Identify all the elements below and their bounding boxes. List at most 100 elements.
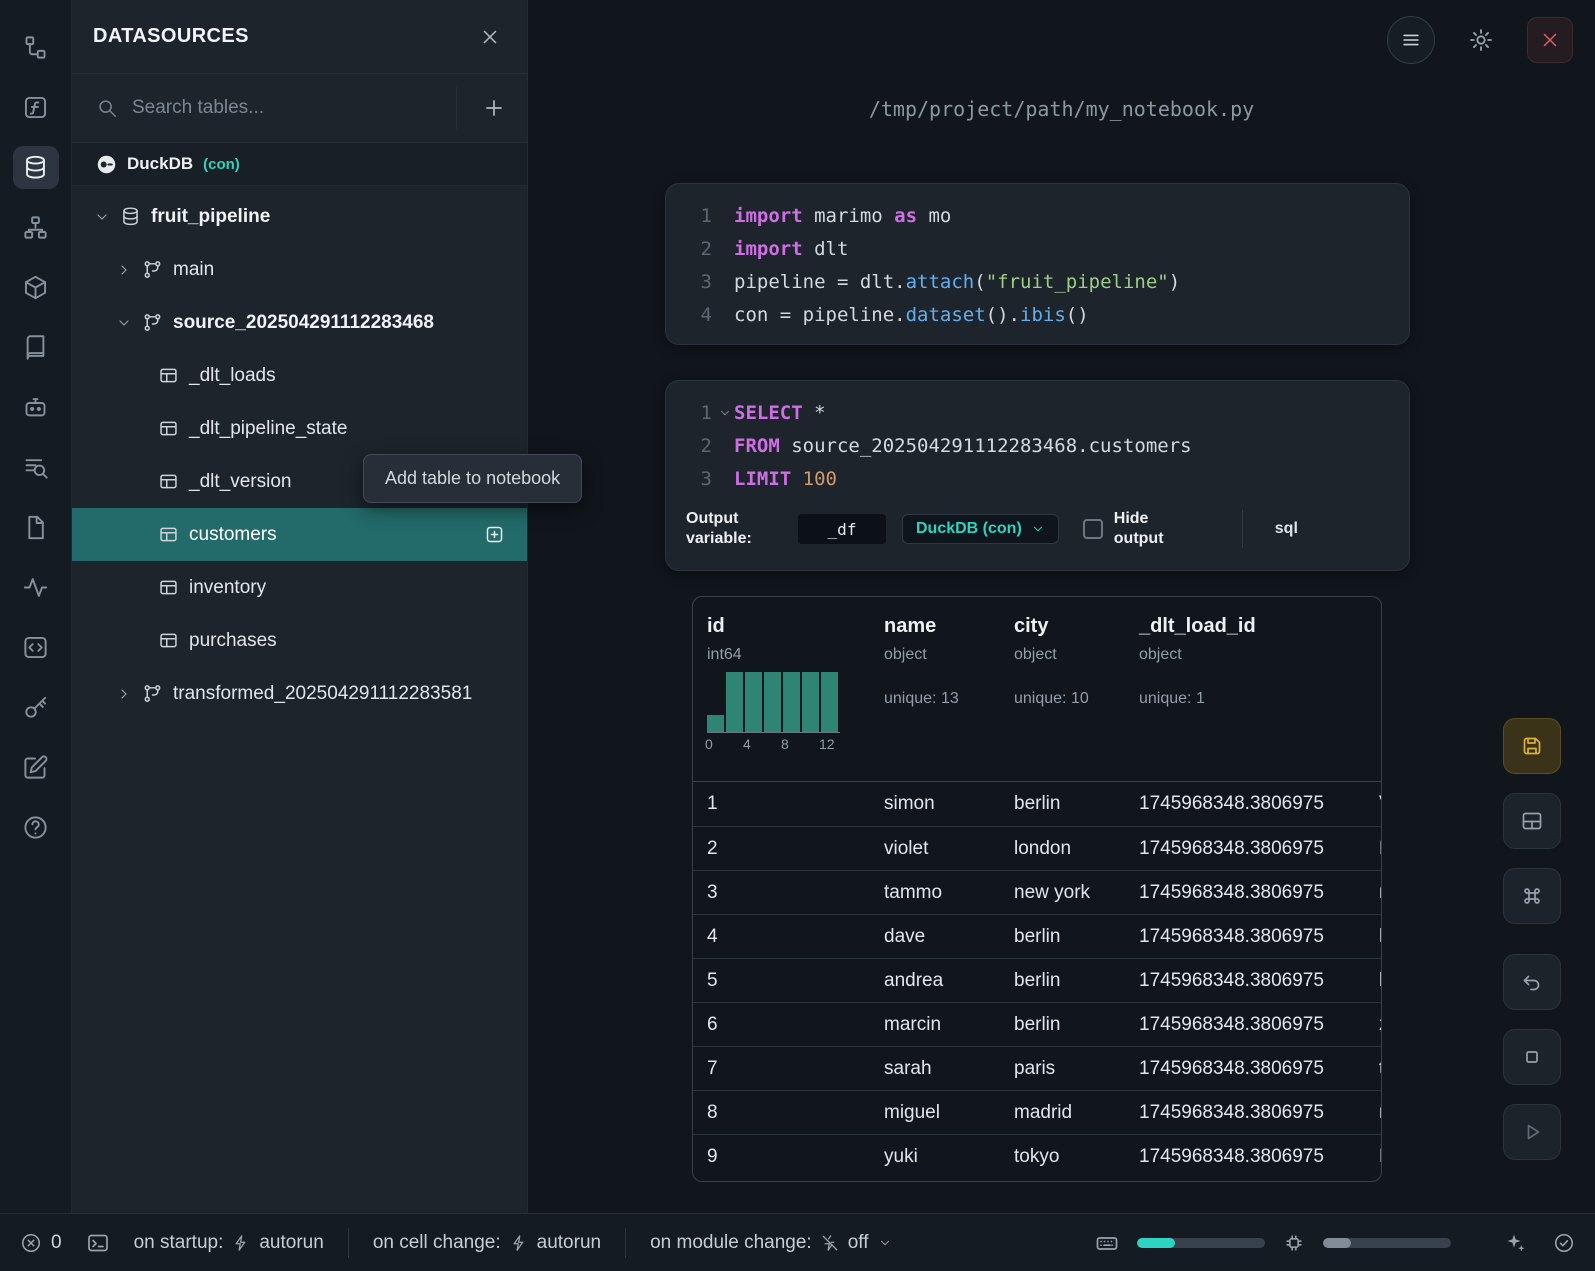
table-row[interactable]: 9yukitokyo1745968348.3806975E [693,1134,1381,1178]
on-startup-config[interactable]: on startup: autorun [134,1232,324,1254]
table-row[interactable]: 6marcinberlin1745968348.3806975z [693,1002,1381,1046]
secondary-slider[interactable] [1323,1238,1451,1248]
engine-select[interactable]: DuckDB (con) [902,514,1059,544]
save-button[interactable] [1503,718,1561,774]
on-module-change-config[interactable]: on module change: off [650,1232,891,1254]
lightning-off-icon [821,1234,839,1252]
chevron-down-icon [116,315,132,331]
shutdown-button[interactable] [1527,17,1573,63]
close-panel-icon[interactable] [479,26,501,48]
table-cell: E [1365,1146,1382,1168]
tooltip-add-table: Add table to notebook [363,454,582,503]
branch-icon [142,683,163,704]
hide-output-checkbox[interactable] [1083,519,1103,539]
line-number: 4 [686,304,712,326]
help-icon[interactable] [13,806,59,849]
command-palette-button[interactable] [1503,868,1561,924]
dependencies-icon[interactable] [13,206,59,249]
table-cell: 1 [693,793,870,815]
datasources-icon[interactable] [13,146,59,189]
table-cell: 1745968348.3806975 [1125,1102,1365,1124]
tree-item-main[interactable]: main [72,243,527,296]
tree-item-source_202504291112283468[interactable]: source_202504291112283468 [72,296,527,349]
table-cell: k [1365,970,1382,992]
ai-assistant-icon[interactable] [13,386,59,429]
tree-item-inventory[interactable]: inventory [72,561,527,614]
table-cell: tammo [870,882,1000,904]
sparkle-icon[interactable] [1503,1231,1527,1255]
tree-item-_dlt_loads[interactable]: _dlt_loads [72,349,527,402]
notebook-path[interactable]: /tmp/project/path/my_notebook.py [528,97,1595,121]
python-cell[interactable]: 1import marimo as mo2import dlt3pipeline… [665,183,1410,345]
table-row[interactable]: 1simonberlin1745968348.3806975V [693,782,1381,826]
table-icon [158,418,179,439]
add-table-icon[interactable] [484,524,505,545]
tree-item-label: inventory [189,577,266,599]
table-cell: 1745968348.3806975 [1125,1058,1365,1080]
table-row[interactable]: 7sarahparis1745968348.3806975t [693,1046,1381,1090]
output-variable-label: Output variable: [686,509,758,549]
table-row[interactable]: 2violetlondon1745968348.3806975D [693,826,1381,870]
snippets-icon[interactable] [13,626,59,669]
keyboard-slider[interactable] [1137,1238,1265,1248]
tree-item-_dlt_pipeline_state[interactable]: _dlt_pipeline_state [72,402,527,455]
layout-button[interactable] [1503,793,1561,849]
errors-button[interactable]: 0 [20,1232,62,1254]
settings-button[interactable] [1458,17,1504,63]
tree-item-purchases[interactable]: purchases [72,614,527,667]
undo-button[interactable] [1503,954,1561,1010]
tree-item-label: purchases [189,630,277,652]
tree-item-transformed_202504291112283581[interactable]: transformed_202504291112283581 [72,667,527,720]
notebook-icon[interactable] [13,326,59,369]
table-row[interactable]: 3tammonew york1745968348.3806975n [693,870,1381,914]
column-header-name[interactable]: nameobjectunique: 13 [870,615,1000,781]
menu-button[interactable] [1387,16,1435,64]
error-count: 0 [51,1232,62,1254]
search-input[interactable] [132,97,442,119]
save-icon [1520,734,1544,758]
top-actions [1387,16,1573,64]
logs-icon[interactable] [13,446,59,489]
terminal-button[interactable] [86,1231,110,1255]
python-code: 1import marimo as mo2import dlt3pipeline… [686,199,1389,331]
functions-icon[interactable] [13,86,59,129]
sql-cell[interactable]: 1SELECT *2FROM source_202504291112283468… [665,380,1410,571]
run-button[interactable] [1503,1104,1561,1160]
check-circle-icon[interactable] [1553,1232,1575,1254]
column-header-clipped[interactable] [1365,615,1382,781]
code-line: 3pipeline = dlt.attach("fruit_pipeline") [686,265,1389,298]
scratchpad-icon[interactable] [13,746,59,789]
table-row[interactable]: 4daveberlin1745968348.3806975h [693,914,1381,958]
secrets-icon[interactable] [13,686,59,729]
tree-item-label: _dlt_loads [189,365,276,387]
table-cell: 6 [693,1014,870,1036]
output-variable-input[interactable]: _df [798,514,886,544]
column-header-id[interactable]: idint6404812 [693,615,870,781]
table-cell: 1745968348.3806975 [1125,793,1365,815]
tracing-icon[interactable] [13,566,59,609]
code-line: 1SELECT * [686,396,1389,429]
documentation-icon[interactable] [13,506,59,549]
table-cell: V [1365,793,1382,815]
engine-row-duckdb[interactable]: DuckDB (con) [72,143,527,186]
play-icon [1520,1120,1544,1144]
search-icon [96,97,118,119]
column-header-_dlt_load_id[interactable]: _dlt_load_idobjectunique: 1 [1125,615,1365,781]
table-cell: 9 [693,1146,870,1168]
table-cell: 5 [693,970,870,992]
table-row[interactable]: 5andreaberlin1745968348.3806975k [693,958,1381,1002]
add-datasource-button[interactable] [471,85,517,131]
tree-item-customers[interactable]: customers [72,508,527,561]
line-number: 1 [686,205,712,227]
table-row[interactable]: 8miguelmadrid1745968348.3806975r [693,1090,1381,1134]
language-badge: sql [1275,520,1298,538]
on-cell-change-config[interactable]: on cell change: autorun [373,1232,601,1254]
stop-button[interactable] [1503,1029,1561,1085]
file-explorer-icon[interactable] [13,26,59,69]
table-cell: andrea [870,970,1000,992]
datasources-panel: DATASOURCES DuckDB (con) fruit_pipelinem… [72,0,528,1213]
column-header-city[interactable]: cityobjectunique: 10 [1000,615,1125,781]
collapse-chevron-icon[interactable] [718,406,732,420]
tree-item-fruit_pipeline[interactable]: fruit_pipeline [72,190,527,243]
packages-icon[interactable] [13,266,59,309]
